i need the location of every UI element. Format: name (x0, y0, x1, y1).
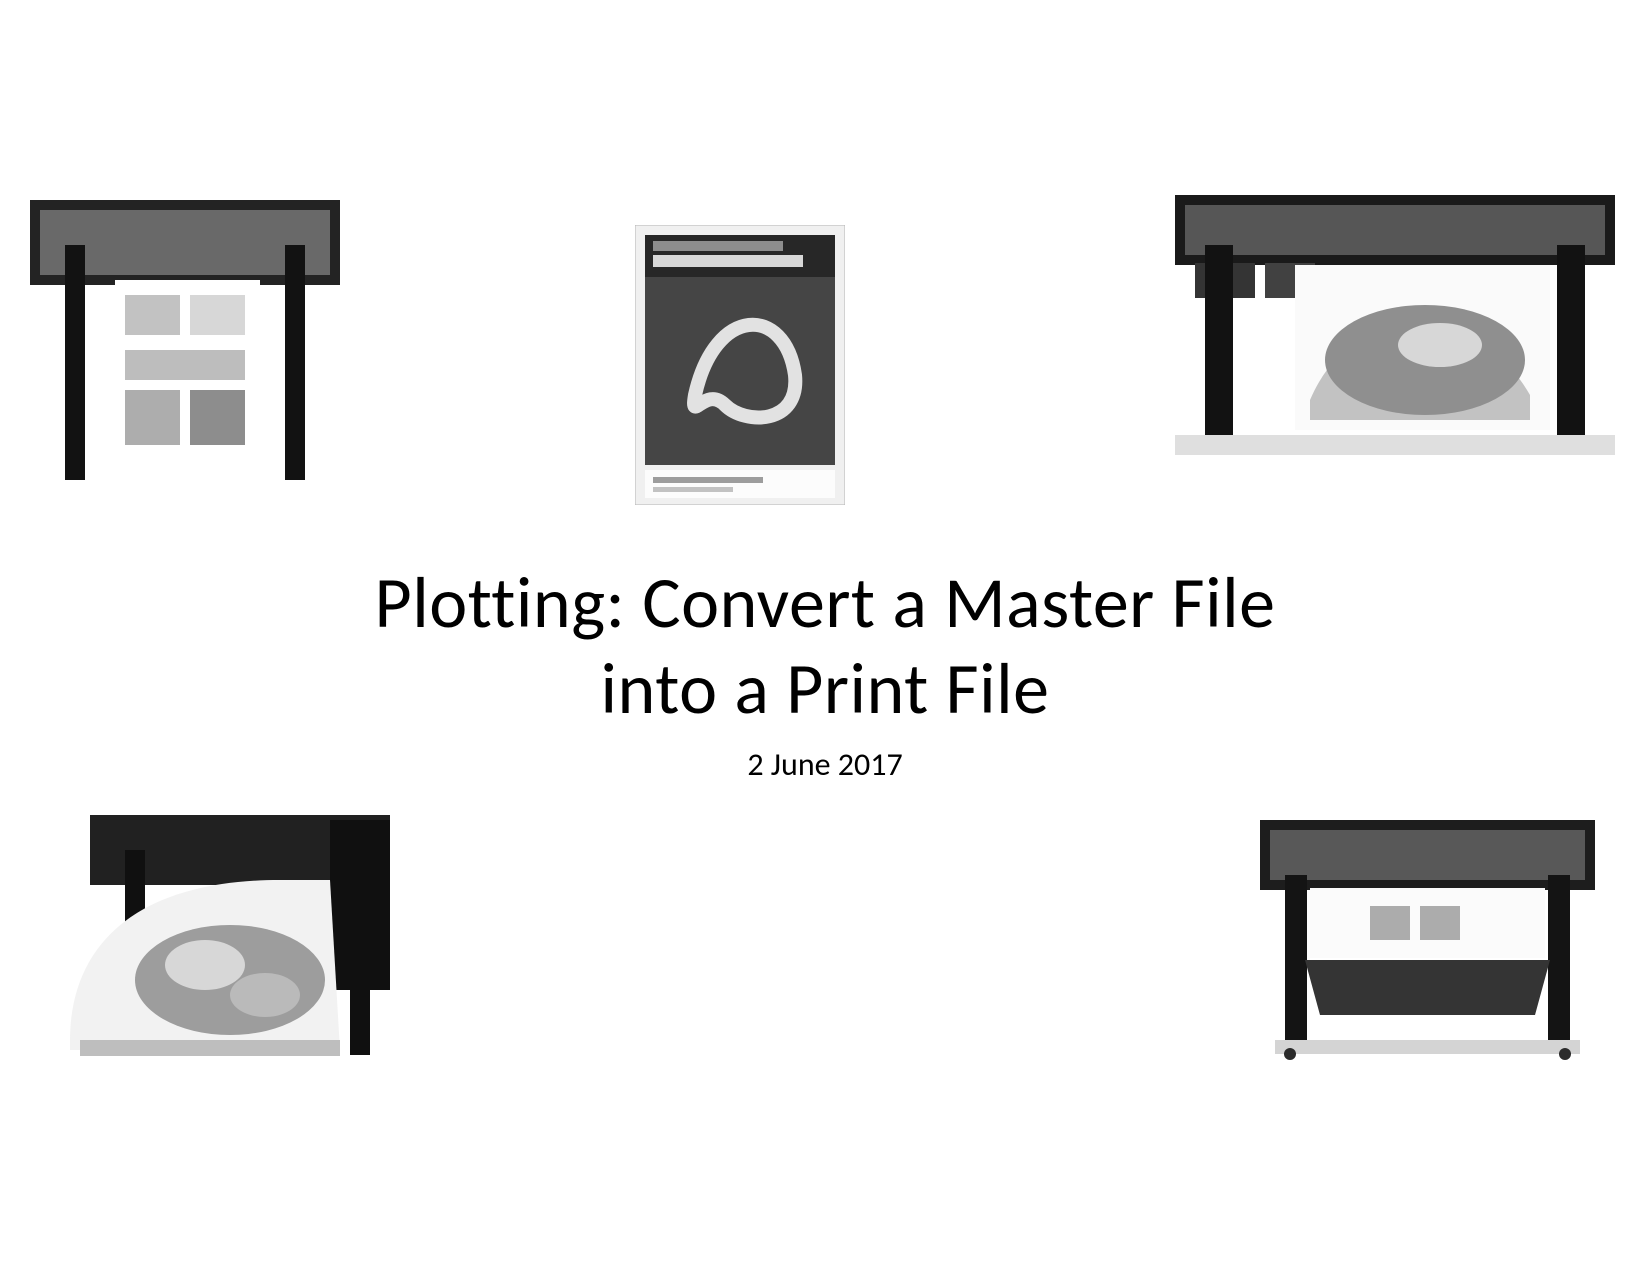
plotter-c-image (30, 790, 410, 1065)
plotter-a-icon (30, 185, 340, 490)
plotter-a-image (30, 185, 340, 490)
title-line-1: Plotting: Convert a Master File (0, 560, 1650, 646)
plotter-d-image (1250, 810, 1605, 1060)
date-line: 2 June 2017 (0, 745, 1650, 784)
slide: Plotting: Convert a Master File into a P… (0, 0, 1650, 1275)
acrobat-box-icon (635, 225, 845, 505)
plotter-c-icon (30, 790, 410, 1065)
plotter-b-image (1175, 185, 1615, 455)
plotter-d-icon (1250, 810, 1605, 1060)
title-block: Plotting: Convert a Master File into a P… (0, 560, 1650, 784)
acrobat-box-image (635, 225, 845, 505)
plotter-b-icon (1175, 185, 1615, 455)
title-line-2: into a Print File (0, 646, 1650, 732)
